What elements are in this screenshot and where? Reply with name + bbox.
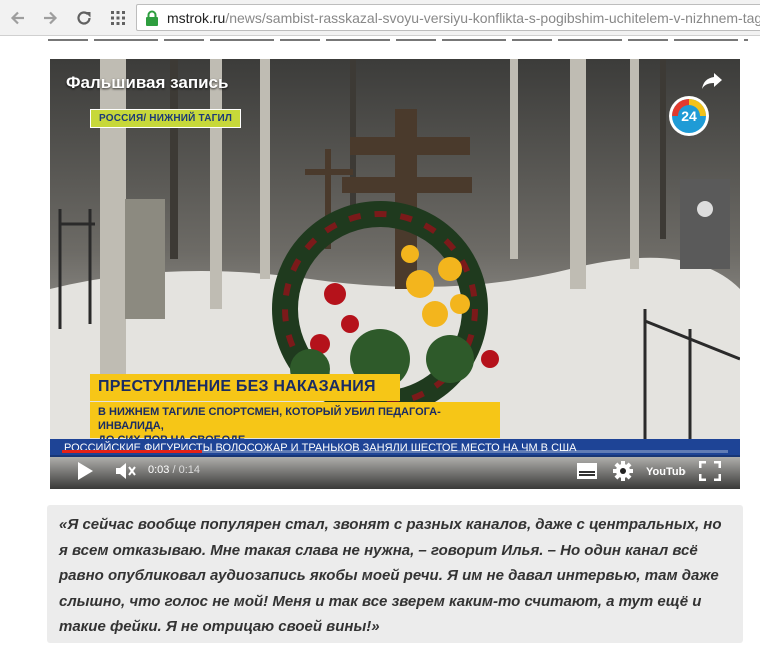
- fullscreen-icon: [699, 461, 721, 481]
- settings-button[interactable]: [612, 459, 634, 483]
- back-arrow-icon: [10, 11, 24, 25]
- youtube-logo: YouTube: [646, 466, 686, 478]
- play-button[interactable]: [74, 459, 96, 483]
- url-path: /news/sambist-rasskazal-svoyu-versiyu-ko…: [225, 9, 760, 26]
- time-display: 0:03 / 0:14: [148, 464, 200, 476]
- subtitles-icon: [577, 463, 597, 479]
- url-host: mstrok.ru: [167, 9, 226, 26]
- apps-button[interactable]: [106, 6, 130, 30]
- player-controls: 0:03 / 0:14 YouTube: [50, 455, 740, 489]
- play-icon: [78, 462, 93, 480]
- news-headline: ПРЕСТУПЛЕНИЕ БЕЗ НАКАЗАНИЯ: [90, 374, 400, 401]
- news-subline-1: В НИЖНЕМ ТАГИЛЕ СПОРТСМЕН, КОТОРЫЙ УБИЛ …: [98, 406, 441, 432]
- lock-icon: [146, 10, 158, 26]
- cut-off-text-line: [48, 37, 748, 43]
- apps-grid-icon: [111, 11, 125, 25]
- channel-logo-text: 24: [681, 108, 697, 124]
- current-time: 0:03: [148, 464, 170, 476]
- quote-block: «Я сейчас вообще популярен стал, звонят …: [47, 505, 743, 643]
- settings-gear-icon: [613, 461, 633, 481]
- fullscreen-button[interactable]: [698, 459, 722, 483]
- browser-toolbar: mstrok.ru/news/sambist-rasskazal-svoyu-v…: [0, 0, 760, 36]
- subtitles-button[interactable]: [576, 459, 598, 483]
- progress-bar[interactable]: [62, 450, 728, 453]
- youtube-logo-text: YouTube: [646, 466, 686, 478]
- youtube-logo-button[interactable]: YouTube: [646, 459, 686, 483]
- time-separator: /: [169, 464, 179, 476]
- share-button[interactable]: [700, 71, 724, 96]
- location-badge: РОССИЯ/ НИЖНИЙ ТАГИЛ: [90, 109, 242, 128]
- reload-icon: [77, 11, 91, 25]
- video-player[interactable]: Фальшивая запись РОССИЯ/ НИЖНИЙ ТАГИЛ 24…: [50, 59, 740, 489]
- share-icon: [702, 73, 722, 89]
- volume-icon: [116, 463, 136, 479]
- quote-text: «Я сейчас вообще популярен стал, звонят …: [59, 516, 722, 635]
- forward-button[interactable]: [38, 6, 62, 30]
- forward-arrow-icon: [44, 11, 58, 25]
- news-subline: В НИЖНЕМ ТАГИЛЕ СПОРТСМЕН, КОТОРЫЙ УБИЛ …: [90, 402, 500, 446]
- volume-button[interactable]: [114, 459, 138, 483]
- back-button[interactable]: [6, 6, 30, 30]
- reload-button[interactable]: [72, 6, 96, 30]
- total-time: 0:14: [178, 464, 201, 476]
- channel-logo: 24: [669, 96, 709, 136]
- progress-fill: [62, 450, 202, 453]
- video-title[interactable]: Фальшивая запись: [66, 73, 228, 93]
- address-bar[interactable]: mstrok.ru/news/sambist-rasskazal-svoyu-v…: [136, 4, 760, 31]
